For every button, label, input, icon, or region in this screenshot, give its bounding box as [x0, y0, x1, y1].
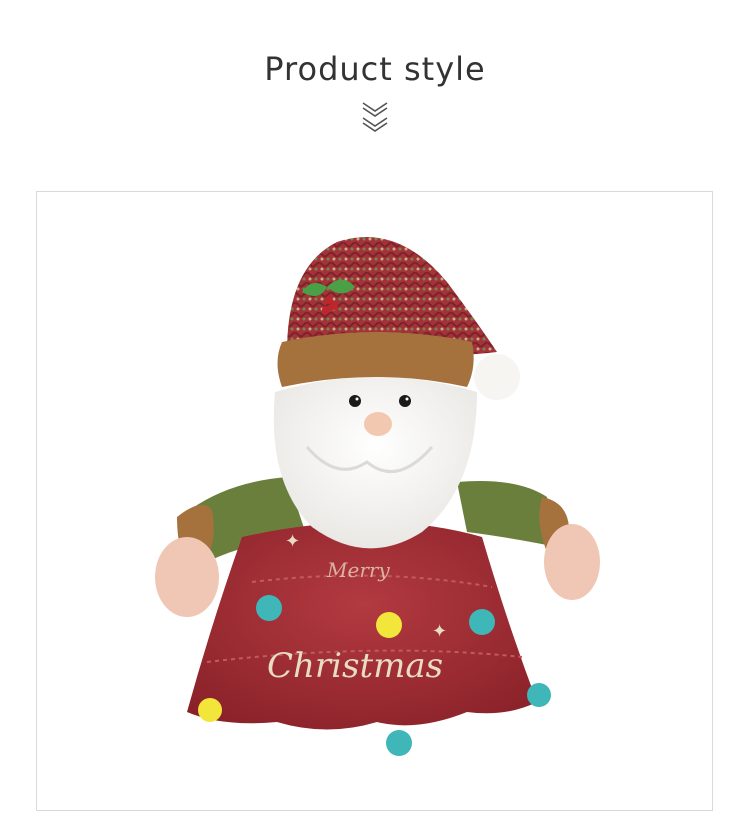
christmas-embroidery: Christmas [267, 646, 443, 686]
knit-santa-hat [277, 237, 520, 400]
santa-plush-photo: Christmas Merry ✦ ✦ [155, 237, 600, 756]
star-embroidery: ✦ [432, 621, 447, 642]
section-title: Product style [264, 50, 486, 88]
white-beard [273, 377, 477, 549]
star-embroidery: ✦ [285, 531, 300, 552]
merry-embroidery: Merry [326, 558, 390, 582]
double-chevron-down-icon [362, 102, 388, 132]
product-photo-frame: Christmas Merry ✦ ✦ [36, 191, 713, 811]
